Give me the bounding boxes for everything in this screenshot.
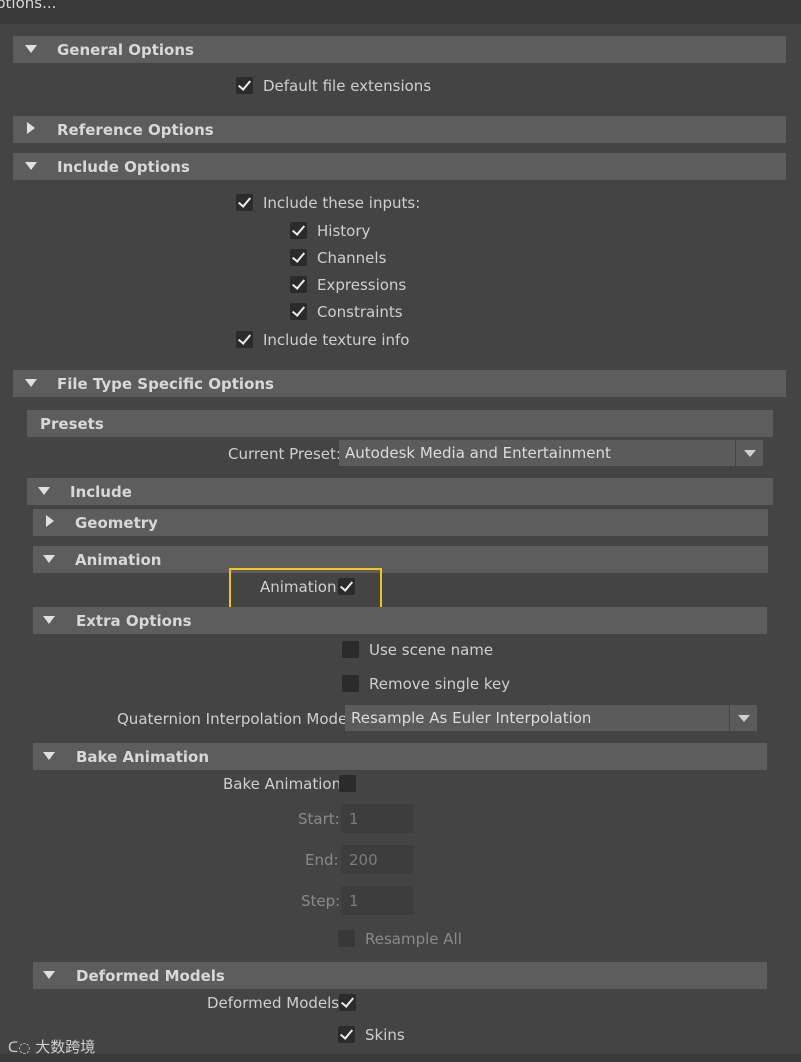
- expand-arrow-icon: [46, 515, 54, 527]
- step-value: 1: [349, 892, 359, 910]
- collapse-arrow-icon: [25, 379, 37, 387]
- section-label: Presets: [40, 415, 104, 433]
- section-label: General Options: [57, 41, 194, 59]
- include-inputs-label: Include these inputs:: [263, 194, 421, 212]
- history-checkbox[interactable]: [290, 222, 307, 239]
- window-title: ptions...: [0, 0, 57, 12]
- section-include[interactable]: Include: [27, 478, 773, 505]
- resample-all-label: Resample All: [365, 930, 462, 948]
- end-label: End:: [305, 851, 339, 869]
- collapse-arrow-icon: [25, 45, 37, 53]
- channels-checkbox[interactable]: [290, 249, 307, 266]
- bake-animation-label: Bake Animation: [223, 775, 342, 793]
- window-title-bar: ptions...: [0, 0, 801, 24]
- section-geometry[interactable]: Geometry: [33, 509, 768, 536]
- quaternion-mode-label: Quaternion Interpolation Mode:: [117, 710, 353, 728]
- step-input[interactable]: 1: [341, 886, 413, 915]
- deformed-models-label: Deformed Models: [207, 994, 340, 1012]
- section-label: File Type Specific Options: [57, 375, 274, 393]
- bake-animation-checkbox[interactable]: [339, 775, 356, 792]
- section-reference-options[interactable]: Reference Options: [13, 116, 786, 143]
- skins-checkbox[interactable]: [338, 1026, 355, 1043]
- resample-all-checkbox[interactable]: [338, 930, 355, 947]
- constraints-label: Constraints: [317, 303, 403, 321]
- section-bake-animation[interactable]: Bake Animation: [33, 743, 767, 770]
- channels-label: Channels: [317, 249, 387, 267]
- skins-label: Skins: [365, 1026, 405, 1044]
- collapse-arrow-icon: [25, 162, 37, 170]
- collapse-arrow-icon: [43, 971, 55, 979]
- deformed-models-checkbox[interactable]: [339, 994, 356, 1011]
- current-preset-dropdown[interactable]: Autodesk Media and Entertainment: [339, 440, 763, 466]
- remove-single-key-checkbox[interactable]: [342, 675, 359, 692]
- animation-checkbox[interactable]: [338, 578, 355, 595]
- include-texture-info-checkbox[interactable]: [236, 331, 253, 348]
- end-value: 200: [349, 851, 378, 869]
- remove-single-key-label: Remove single key: [369, 675, 511, 693]
- section-label: Extra Options: [76, 612, 192, 630]
- end-input[interactable]: 200: [341, 845, 413, 874]
- section-extra-options[interactable]: Extra Options: [33, 607, 767, 634]
- start-label: Start:: [298, 810, 340, 828]
- collapse-arrow-icon: [38, 487, 50, 495]
- section-label: Include Options: [57, 158, 190, 176]
- history-label: History: [317, 222, 371, 240]
- expressions-checkbox[interactable]: [290, 276, 307, 293]
- default-file-extensions-label: Default file extensions: [263, 77, 432, 95]
- section-animation[interactable]: Animation: [33, 546, 768, 573]
- expand-arrow-icon: [27, 122, 35, 134]
- section-label: Include: [70, 483, 132, 501]
- include-texture-info-label: Include texture info: [263, 331, 410, 349]
- chevron-down-icon[interactable]: [735, 440, 763, 466]
- section-label: Deformed Models: [76, 967, 225, 985]
- quaternion-mode-value: Resample As Euler Interpolation: [351, 709, 592, 727]
- collapse-arrow-icon: [43, 752, 55, 760]
- expressions-label: Expressions: [317, 276, 407, 294]
- section-deformed-models[interactable]: Deformed Models: [33, 962, 767, 989]
- use-scene-name-label: Use scene name: [369, 641, 494, 659]
- quaternion-mode-dropdown[interactable]: Resample As Euler Interpolation: [345, 705, 757, 731]
- include-inputs-checkbox[interactable]: [236, 194, 253, 211]
- section-label: Geometry: [75, 514, 158, 532]
- current-preset-label: Current Preset:: [228, 445, 341, 463]
- current-preset-value: Autodesk Media and Entertainment: [345, 444, 611, 462]
- use-scene-name-checkbox[interactable]: [342, 641, 359, 658]
- section-include-options[interactable]: Include Options: [13, 153, 786, 180]
- section-label: Animation: [75, 551, 162, 569]
- section-label: Bake Animation: [76, 748, 210, 766]
- collapse-arrow-icon: [43, 616, 55, 624]
- chevron-down-icon[interactable]: [729, 705, 757, 731]
- default-file-extensions-checkbox[interactable]: [236, 77, 253, 94]
- collapse-arrow-icon: [43, 555, 55, 563]
- section-general-options[interactable]: General Options: [13, 36, 786, 63]
- constraints-checkbox[interactable]: [290, 303, 307, 320]
- section-presets[interactable]: Presets: [27, 410, 773, 437]
- section-label: Reference Options: [57, 121, 214, 139]
- bottom-scroll-edge: [0, 1054, 801, 1062]
- animation-label: Animation: [260, 578, 337, 596]
- start-input[interactable]: 1: [341, 804, 413, 833]
- start-value: 1: [349, 810, 359, 828]
- step-label: Step:: [301, 892, 341, 910]
- section-file-type-specific-options[interactable]: File Type Specific Options: [13, 370, 786, 397]
